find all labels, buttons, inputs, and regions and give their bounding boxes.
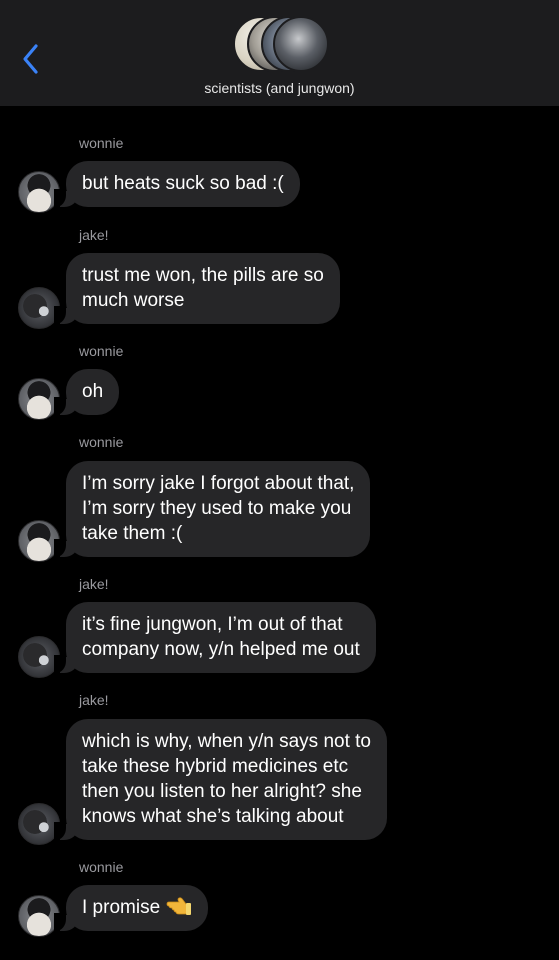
message-text: I promise [82,897,161,918]
message-bubble[interactable]: oh [53,369,120,415]
sender-label: jake! [79,576,109,592]
message-bubble[interactable]: it’s fine jungwon, I’m out of that compa… [54,602,376,673]
sender-label: jake! [79,227,109,243]
sender-label: wonnie [79,343,124,359]
sender-label: wonnie [79,135,124,151]
message-bubble[interactable]: I’m sorry jake I forgot about that, I’m … [53,461,371,557]
sender-label: wonnie [79,859,124,875]
message-bubble[interactable]: but heats suck so bad :( [54,161,300,207]
pointing-hand-emoji-icon [166,896,192,916]
sender-label: jake! [79,692,109,708]
back-chevron-icon[interactable] [18,42,46,76]
chat-header: scientists (and jungwon) [0,0,559,106]
message-bubble[interactable]: which is why, when y/n says not to take … [54,719,387,840]
avatar [273,16,329,72]
sender-label: wonnie [79,434,124,450]
message-bubble[interactable]: trust me won, the pills are so much wors… [54,253,340,324]
group-name[interactable]: scientists (and jungwon) [0,80,559,96]
message-bubble[interactable]: I promise [53,885,209,931]
group-avatar-stack[interactable] [233,16,329,72]
